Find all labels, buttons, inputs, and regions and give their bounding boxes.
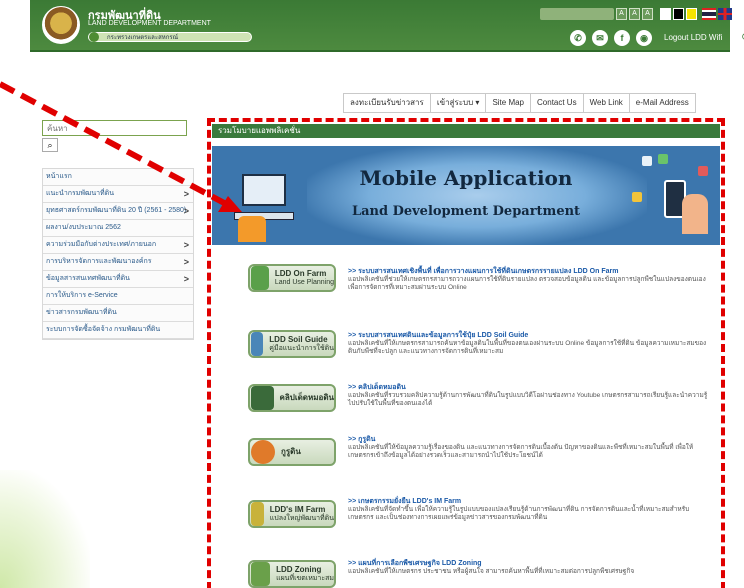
annotation-arrow-icon xyxy=(0,81,242,212)
